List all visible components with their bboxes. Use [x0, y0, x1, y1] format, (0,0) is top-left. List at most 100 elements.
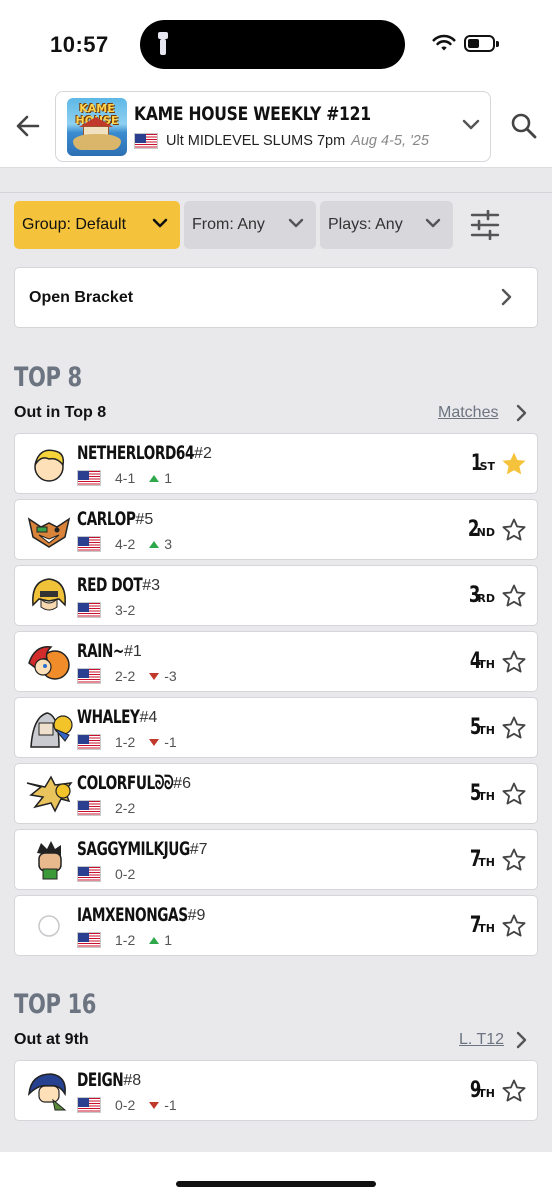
home-indicator[interactable] — [176, 1181, 376, 1187]
star-outline-icon[interactable] — [501, 913, 527, 939]
star-outline-icon[interactable] — [501, 781, 527, 807]
player-name: SAGGYMILKJUG — [77, 838, 190, 860]
player-seed: #7 — [189, 841, 208, 858]
player-name-block: RAIN~ #1 — [77, 640, 142, 662]
player-row[interactable]: SAGGYMILKJUG #7 0-2 7TH — [14, 829, 538, 890]
star-outline-icon[interactable] — [501, 1078, 527, 1104]
player-name-block: SAGGYMILKJUG #7 — [77, 838, 234, 860]
player-record: 1-2 — [115, 932, 136, 948]
seed-change-value: -1 — [164, 734, 177, 750]
player-name: RAIN~ — [77, 640, 124, 662]
player-record: 0-2 — [115, 1097, 136, 1113]
character-avatar — [25, 707, 73, 749]
placement: 5TH — [466, 781, 495, 806]
seed-change-value: -1 — [164, 1097, 177, 1113]
player-name: DEIGN — [77, 1069, 124, 1091]
divider — [0, 192, 552, 193]
star-outline-icon[interactable] — [501, 715, 527, 741]
star-outline-icon[interactable] — [501, 847, 527, 873]
chevron-right-icon — [516, 404, 527, 422]
placement: 3RD — [465, 583, 495, 608]
placement-number: 5 — [469, 715, 482, 740]
player-row[interactable]: WHALEY #4 1-2 -1 5TH — [14, 697, 538, 758]
player-row[interactable]: DEIGN #8 0-2 -1 9TH — [14, 1060, 538, 1121]
player-name: IAMXENONGAS — [77, 904, 188, 926]
us-flag-icon — [77, 866, 101, 882]
seed-change-value: 1 — [164, 932, 173, 948]
event-title: KAME HOUSE WEEKLY #121 — [134, 103, 371, 125]
triangle-up-icon — [149, 474, 160, 482]
us-flag-icon — [77, 734, 101, 750]
top8-title: TOP 8 — [14, 362, 82, 393]
player-row[interactable]: COLORFULᘐᘐ #6 2-2 5TH — [14, 763, 538, 824]
star-filled-icon[interactable] — [501, 451, 527, 477]
star-outline-icon[interactable] — [501, 583, 527, 609]
search-icon[interactable] — [510, 112, 538, 140]
player-row[interactable]: RAIN~ #1 2-2 -3 4TH — [14, 631, 538, 692]
us-flag-icon — [77, 668, 101, 684]
player-row[interactable]: IAMXENONGAS #9 1-2 1 7TH — [14, 895, 538, 956]
player-record: 3-2 — [115, 602, 136, 618]
from-filter-dropdown[interactable]: From: Any — [184, 201, 316, 249]
losers-top12-link[interactable]: L. T12 — [459, 1031, 504, 1049]
star-outline-icon[interactable] — [501, 517, 527, 543]
player-seed: #3 — [142, 577, 161, 594]
chevron-down-icon — [152, 218, 168, 228]
character-avatar — [25, 773, 73, 815]
group-filter-dropdown[interactable]: Group: Default — [14, 201, 180, 249]
player-stats: 1-2 -1 — [77, 734, 177, 750]
player-row[interactable]: CARLOP #5 4-2 3 2ND — [14, 499, 538, 560]
chevron-down-icon — [462, 119, 480, 130]
player-stats: 0-2 — [77, 866, 135, 882]
character-avatar — [25, 1070, 73, 1112]
chevron-down-icon — [288, 218, 304, 228]
open-bracket-button[interactable]: Open Bracket — [14, 267, 538, 328]
seed-change: -1 — [149, 1097, 177, 1113]
seed-change: -3 — [149, 668, 177, 684]
wifi-icon — [432, 34, 456, 51]
event-subtitle-text: Ult MIDLEVEL SLUMS 7pm — [166, 133, 346, 149]
placement: 7TH — [466, 847, 495, 872]
player-name-block: WHALEY #4 — [77, 706, 164, 728]
us-flag-icon — [77, 536, 101, 552]
player-seed: #9 — [187, 907, 206, 924]
top16-title: TOP 16 — [14, 989, 97, 1020]
player-name-block: RED DOT #3 — [77, 574, 168, 596]
player-stats: 2-2 — [77, 800, 135, 816]
player-name: CARLOP — [77, 508, 136, 530]
player-row[interactable]: RED DOT #3 3-2 3RD — [14, 565, 538, 626]
triangle-down-icon — [149, 672, 160, 680]
chevron-right-icon — [501, 288, 512, 306]
sliders-settings-icon[interactable] — [466, 210, 504, 240]
dynamic-island — [140, 20, 405, 69]
player-name-block: COLORFULᘐᘐ #6 — [77, 772, 211, 794]
us-flag-icon — [77, 800, 101, 816]
matches-link[interactable]: Matches — [438, 404, 498, 422]
bottom-safe-area — [0, 1152, 552, 1200]
player-record: 4-2 — [115, 536, 136, 552]
chevron-down-icon — [425, 218, 441, 228]
player-row[interactable]: NETHERLORD64 #2 4-1 1 1ST — [14, 433, 538, 494]
seed-change: 1 — [149, 470, 172, 486]
character-avatar — [25, 641, 73, 683]
placement-number: 4 — [469, 649, 482, 674]
character-avatar — [25, 839, 73, 881]
seed-change-value: 1 — [164, 470, 173, 486]
placement: 2ND — [464, 517, 495, 542]
player-seed: #6 — [173, 775, 191, 792]
placement-number: 1 — [471, 451, 483, 476]
group-filter-label: Group: Default — [22, 216, 127, 233]
status-time: 10:57 — [50, 32, 109, 57]
back-arrow-icon[interactable] — [14, 112, 42, 140]
star-outline-icon[interactable] — [501, 649, 527, 675]
seed-change: 3 — [149, 536, 172, 552]
placement-number: 7 — [469, 847, 482, 872]
plays-filter-dropdown[interactable]: Plays: Any — [320, 201, 453, 249]
player-stats: 2-2 -3 — [77, 668, 177, 684]
chevron-right-icon — [516, 1031, 527, 1049]
player-record: 1-2 — [115, 734, 136, 750]
event-selector[interactable]: KAME HOUSE KAME HOUSE WEEKLY #121 Ult MI… — [55, 91, 491, 162]
seed-change: -1 — [149, 734, 177, 750]
placement: 4TH — [466, 649, 495, 674]
player-name: RED DOT — [77, 574, 143, 596]
